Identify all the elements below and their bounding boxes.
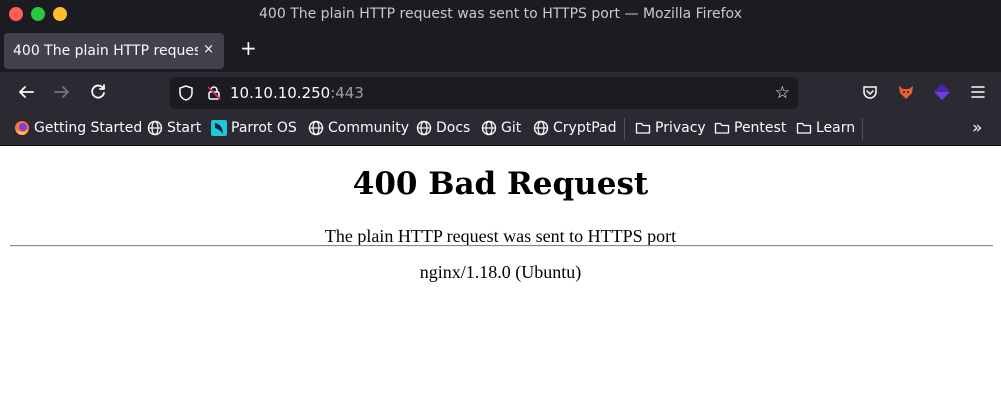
page-heading: 400 Bad Request: [352, 166, 649, 202]
extension-wappalyzer-button[interactable]: [933, 83, 951, 105]
bookmark-star-icon[interactable]: ☆: [775, 83, 790, 103]
insecure-lock-icon[interactable]: [206, 85, 222, 105]
url-text[interactable]: 10.10.10.250:443: [230, 84, 364, 102]
arrow-right-icon: [54, 86, 69, 98]
bookmark-label: Getting Started: [34, 120, 143, 136]
window-title: 400 The plain HTTP request was sent to H…: [259, 6, 742, 22]
bookmark-folder-pentest[interactable]: Pentest: [714, 120, 786, 136]
app-menu-button[interactable]: [969, 83, 987, 105]
url-port: :443: [330, 84, 364, 102]
bookmark-git[interactable]: Git: [481, 120, 521, 136]
arrow-left-icon: [19, 86, 34, 98]
bookmark-label: CryptPad: [553, 120, 617, 136]
bookmark-separator: [624, 118, 625, 140]
reload-icon: [91, 84, 105, 99]
back-button[interactable]: [17, 83, 35, 105]
globe-icon: [147, 120, 163, 136]
bookmark-label: Start: [167, 120, 202, 136]
bookmark-separator: [862, 118, 863, 140]
bookmark-community[interactable]: Community: [308, 120, 409, 136]
folder-icon: [714, 122, 730, 134]
fox-extension-icon: [899, 86, 913, 99]
forward-button[interactable]: [53, 83, 71, 105]
bookmark-label: Pentest: [734, 120, 787, 136]
pocket-icon: [863, 86, 877, 99]
globe-icon: [308, 120, 324, 136]
tab-active[interactable]: 400 The plain HTTP request was sent to H…: [4, 33, 224, 69]
divider: [10, 245, 993, 247]
bookmarks-toolbar: Getting Started Start Parrot OS Communit…: [0, 114, 1001, 146]
close-icon[interactable]: ×: [203, 42, 214, 57]
navigation-toolbar: 10.10.10.250:443 ☆: [0, 72, 1001, 114]
url-host: 10.10.10.250: [230, 84, 331, 102]
server-signature: nginx/1.18.0 (Ubuntu): [419, 262, 582, 282]
tab-strip: 400 The plain HTTP request was sent to H…: [0, 30, 1001, 72]
bookmark-label: Docs: [436, 120, 471, 136]
bookmark-folder-learn[interactable]: Learn: [796, 120, 855, 136]
address-bar[interactable]: 10.10.10.250:443 ☆: [170, 77, 798, 109]
bookmark-label: Learn: [816, 120, 856, 136]
firefox-icon: [15, 121, 29, 135]
window-titlebar: 400 The plain HTTP request was sent to H…: [0, 0, 1001, 30]
wappalyzer-icon: [934, 84, 950, 100]
globe-icon: [481, 120, 497, 136]
reload-button[interactable]: [89, 83, 107, 105]
bookmark-label: Parrot OS: [231, 120, 297, 136]
tracking-protection-icon[interactable]: [178, 85, 194, 105]
new-tab-button[interactable]: +: [240, 38, 257, 58]
bookmark-folder-privacy[interactable]: Privacy: [635, 120, 706, 136]
bookmark-getting-started[interactable]: Getting Started: [14, 120, 142, 136]
tab-label: 400 The plain HTTP request was sent to H…: [13, 43, 198, 59]
bookmark-parrot-os[interactable]: Parrot OS: [211, 120, 297, 136]
bookmark-label: Privacy: [655, 120, 706, 136]
pocket-button[interactable]: [862, 84, 878, 104]
globe-icon: [533, 120, 549, 136]
hamburger-menu-icon: [971, 86, 985, 98]
bookmark-docs[interactable]: Docs: [416, 120, 470, 136]
globe-icon: [416, 120, 432, 136]
bookmark-label: Git: [501, 120, 522, 136]
bookmark-cryptpad[interactable]: CryptPad: [533, 120, 616, 136]
parrot-icon: [211, 120, 227, 136]
bookmark-start[interactable]: Start: [147, 120, 201, 136]
page-content: 400 Bad Request The plain HTTP request w…: [0, 146, 1001, 406]
folder-icon: [635, 122, 651, 134]
bookmark-label: Community: [328, 120, 410, 136]
folder-icon: [796, 122, 812, 134]
extension-foxyproxy-button[interactable]: [897, 83, 915, 105]
error-message: The plain HTTP request was sent to HTTPS…: [324, 226, 677, 246]
bookmarks-overflow-chevron-icon[interactable]: »: [972, 118, 982, 138]
